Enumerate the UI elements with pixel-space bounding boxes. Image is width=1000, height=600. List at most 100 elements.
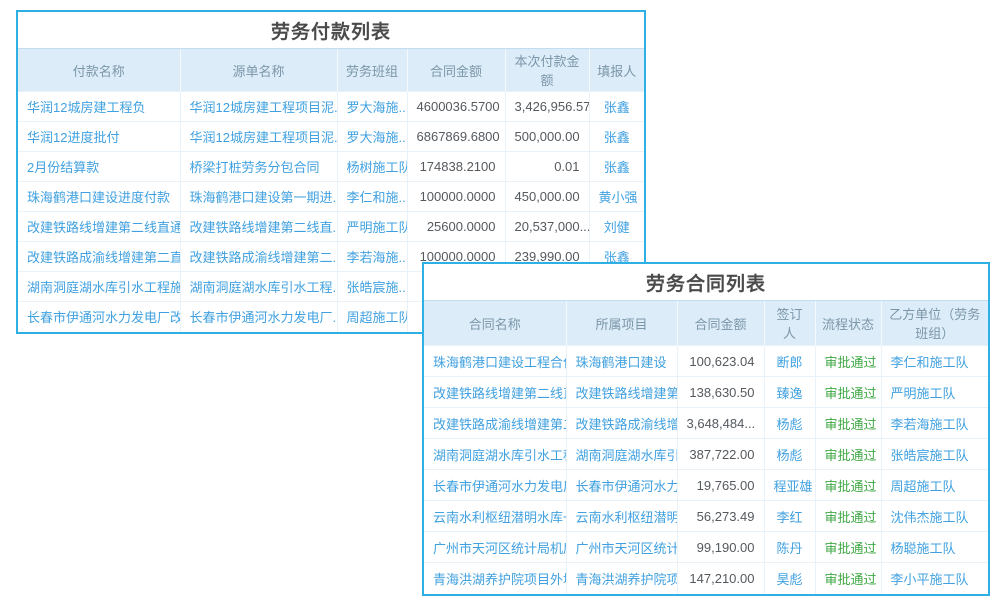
project-cell[interactable]: 珠海鹤港口建设 [566, 346, 677, 377]
amount-cell: 99,190.00 [677, 532, 764, 563]
contract-col-unit: 乙方单位（劳务班组） [881, 301, 988, 346]
status-cell: 审批通过 [815, 532, 881, 563]
amount-cell: 3,648,484... [677, 408, 764, 439]
reporter-cell[interactable]: 张鑫 [589, 92, 644, 122]
reporter-cell[interactable]: 刘健 [589, 212, 644, 242]
payment-header-row: 付款名称 源单名称 劳务班组 合同金额 本次付款金额 填报人 [18, 49, 644, 92]
source-cell[interactable]: 改建铁路成渝线增建第二... [180, 242, 337, 272]
team-cell[interactable]: 严明施工队 [337, 212, 407, 242]
team-cell[interactable]: 杨树施工队 [337, 152, 407, 182]
signer-cell[interactable]: 臻逸 [764, 377, 815, 408]
name-cell[interactable]: 华润12城房建工程负 [18, 92, 180, 122]
name-cell[interactable]: 2月份结算款 [18, 152, 180, 182]
name-cell[interactable]: 改建铁路成渝线增建第二直... [18, 242, 180, 272]
name-cell[interactable]: 湖南洞庭湖水库引水工程施... [18, 272, 180, 302]
table-row: 华润12进度批付华润12城房建工程项目泥...罗大海施...6867869.68… [18, 122, 644, 152]
status-cell: 审批通过 [815, 470, 881, 501]
source-cell[interactable]: 华润12城房建工程项目泥... [180, 92, 337, 122]
signer-cell[interactable]: 断郎 [764, 346, 815, 377]
table-row: 云南水利枢纽潜明水库一期...云南水利枢纽潜明...56,273.49李红审批通… [424, 501, 988, 532]
contract_amount-cell: 174838.2100 [407, 152, 505, 182]
signer-cell[interactable]: 李红 [764, 501, 815, 532]
name-cell[interactable]: 华润12进度批付 [18, 122, 180, 152]
contract_amount-cell: 6867869.6800 [407, 122, 505, 152]
status-cell: 审批通过 [815, 377, 881, 408]
name-cell[interactable]: 改建铁路线增建第二线直通... [18, 212, 180, 242]
payment-list-title: 劳务付款列表 [18, 12, 644, 48]
status-cell: 审批通过 [815, 563, 881, 594]
team-cell[interactable]: 李若海施... [337, 242, 407, 272]
payment-col-contract-amount: 合同金额 [407, 49, 505, 92]
reporter-cell[interactable]: 张鑫 [589, 152, 644, 182]
payment-col-source: 源单名称 [180, 49, 337, 92]
contract_amount-cell: 100000.0000 [407, 182, 505, 212]
contract-header-row: 合同名称 所属项目 合同金额 签订人 流程状态 乙方单位（劳务班组） [424, 301, 988, 346]
unit-cell[interactable]: 严明施工队 [881, 377, 988, 408]
table-row: 改建铁路线增建第二线直通...改建铁路线增建第二线直...严明施工队25600.… [18, 212, 644, 242]
name-cell[interactable]: 改建铁路线增建第二线直通... [424, 377, 566, 408]
source-cell[interactable]: 华润12城房建工程项目泥... [180, 122, 337, 152]
table-row: 青海洪湖养护院项目外墙涂...青海洪湖养护院项目147,210.00昊彪审批通过… [424, 563, 988, 594]
team-cell[interactable]: 罗大海施... [337, 122, 407, 152]
amount-cell: 56,273.49 [677, 501, 764, 532]
team-cell[interactable]: 罗大海施... [337, 92, 407, 122]
source-cell[interactable]: 长春市伊通河水力发电厂... [180, 302, 337, 332]
signer-cell[interactable]: 杨彪 [764, 439, 815, 470]
unit-cell[interactable]: 沈伟杰施工队 [881, 501, 988, 532]
labor-contract-list-card: 劳务合同列表 合同名称 所属项目 合同金额 签订人 流程状态 乙方单位（劳务班组… [422, 262, 990, 596]
unit-cell[interactable]: 李若海施工队 [881, 408, 988, 439]
name-cell[interactable]: 青海洪湖养护院项目外墙涂... [424, 563, 566, 594]
team-cell[interactable]: 周超施工队 [337, 302, 407, 332]
reporter-cell[interactable]: 张鑫 [589, 122, 644, 152]
project-cell[interactable]: 湖南洞庭湖水库引... [566, 439, 677, 470]
project-cell[interactable]: 广州市天河区统计... [566, 532, 677, 563]
contract-list-title: 劳务合同列表 [424, 264, 988, 300]
signer-cell[interactable]: 昊彪 [764, 563, 815, 594]
project-cell[interactable]: 云南水利枢纽潜明... [566, 501, 677, 532]
contract-col-name: 合同名称 [424, 301, 566, 346]
name-cell[interactable]: 广州市天河区统计局机房改... [424, 532, 566, 563]
status-cell: 审批通过 [815, 346, 881, 377]
payment_amount-cell: 450,000.00 [505, 182, 589, 212]
table-row: 2月份结算款桥梁打桩劳务分包合同杨树施工队174838.21000.01张鑫 [18, 152, 644, 182]
table-row: 长春市伊通河水力发电厂改...长春市伊通河水力...19,765.00程亚雄审批… [424, 470, 988, 501]
table-row: 珠海鹤港口建设工程合作协...珠海鹤港口建设100,623.04断郎审批通过李仁… [424, 346, 988, 377]
project-cell[interactable]: 长春市伊通河水力... [566, 470, 677, 501]
amount-cell: 387,722.00 [677, 439, 764, 470]
project-cell[interactable]: 青海洪湖养护院项目 [566, 563, 677, 594]
unit-cell[interactable]: 李仁和施工队 [881, 346, 988, 377]
amount-cell: 19,765.00 [677, 470, 764, 501]
signer-cell[interactable]: 程亚雄 [764, 470, 815, 501]
name-cell[interactable]: 珠海鹤港口建设进度付款 [18, 182, 180, 212]
team-cell[interactable]: 张皓宸施... [337, 272, 407, 302]
name-cell[interactable]: 湖南洞庭湖水库引水工程施... [424, 439, 566, 470]
name-cell[interactable]: 云南水利枢纽潜明水库一期... [424, 501, 566, 532]
contract-col-amount: 合同金额 [677, 301, 764, 346]
table-row: 湖南洞庭湖水库引水工程施...湖南洞庭湖水库引...387,722.00杨彪审批… [424, 439, 988, 470]
unit-cell[interactable]: 李小平施工队 [881, 563, 988, 594]
source-cell[interactable]: 湖南洞庭湖水库引水工程... [180, 272, 337, 302]
table-row: 珠海鹤港口建设进度付款珠海鹤港口建设第一期进...李仁和施...100000.0… [18, 182, 644, 212]
unit-cell[interactable]: 杨聪施工队 [881, 532, 988, 563]
signer-cell[interactable]: 陈丹 [764, 532, 815, 563]
project-cell[interactable]: 改建铁路线增建第... [566, 377, 677, 408]
unit-cell[interactable]: 周超施工队 [881, 470, 988, 501]
name-cell[interactable]: 长春市伊通河水力发电厂改... [18, 302, 180, 332]
source-cell[interactable]: 改建铁路线增建第二线直... [180, 212, 337, 242]
contract-col-project: 所属项目 [566, 301, 677, 346]
status-cell: 审批通过 [815, 501, 881, 532]
name-cell[interactable]: 珠海鹤港口建设工程合作协... [424, 346, 566, 377]
source-cell[interactable]: 珠海鹤港口建设第一期进... [180, 182, 337, 212]
name-cell[interactable]: 改建铁路成渝线增建第二直... [424, 408, 566, 439]
payment-col-team: 劳务班组 [337, 49, 407, 92]
team-cell[interactable]: 李仁和施... [337, 182, 407, 212]
source-cell[interactable]: 桥梁打桩劳务分包合同 [180, 152, 337, 182]
name-cell[interactable]: 长春市伊通河水力发电厂改... [424, 470, 566, 501]
project-cell[interactable]: 改建铁路成渝线增... [566, 408, 677, 439]
amount-cell: 147,210.00 [677, 563, 764, 594]
reporter-cell[interactable]: 黄小强 [589, 182, 644, 212]
signer-cell[interactable]: 杨彪 [764, 408, 815, 439]
unit-cell[interactable]: 张皓宸施工队 [881, 439, 988, 470]
table-row: 华润12城房建工程负华润12城房建工程项目泥...罗大海施...4600036.… [18, 92, 644, 122]
status-cell: 审批通过 [815, 439, 881, 470]
